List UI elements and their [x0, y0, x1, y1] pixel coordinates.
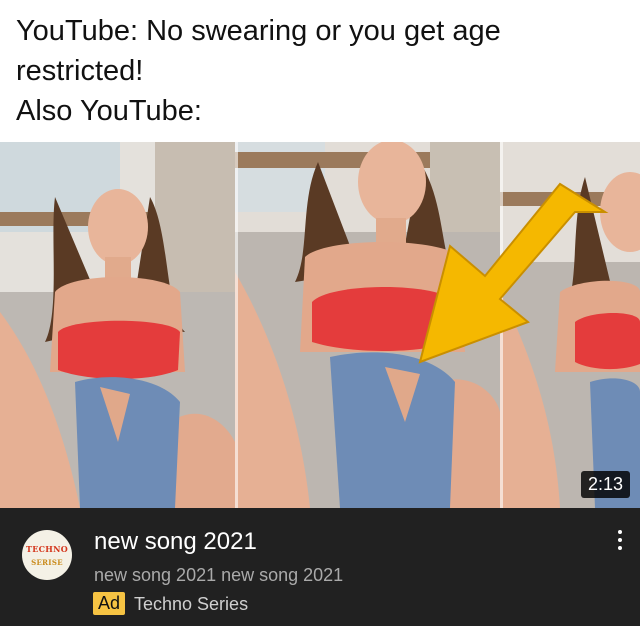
avatar-logo-line-2: SERISE [31, 558, 63, 567]
video-thumbnail[interactable]: 2:13 [0, 142, 640, 508]
video-duration-badge: 2:13 [580, 471, 630, 498]
avatar-logo-line-1: TECHNO [25, 544, 69, 554]
channel-name[interactable]: Techno Series [134, 594, 248, 615]
thumbnail-panel-left [0, 142, 235, 508]
video-info-bar: TECHNO SERISE new song 2021 new song 202… [0, 508, 640, 626]
video-description: new song 2021 new song 2021 [94, 565, 344, 585]
video-title[interactable]: new song 2021 [94, 528, 257, 556]
ad-badge: Ad [93, 592, 126, 615]
vertical-dots-icon[interactable] [610, 526, 630, 556]
caption-line-1: YouTube: No swearing or you get age [16, 15, 501, 47]
thumbnail-image [0, 142, 640, 508]
channel-avatar[interactable]: TECHNO SERISE [22, 530, 72, 580]
caption-line-3: Also YouTube: [16, 95, 202, 127]
meme-caption: YouTube: No swearing or you get age rest… [0, 0, 640, 142]
caption-line-2: restricted! [16, 55, 144, 87]
